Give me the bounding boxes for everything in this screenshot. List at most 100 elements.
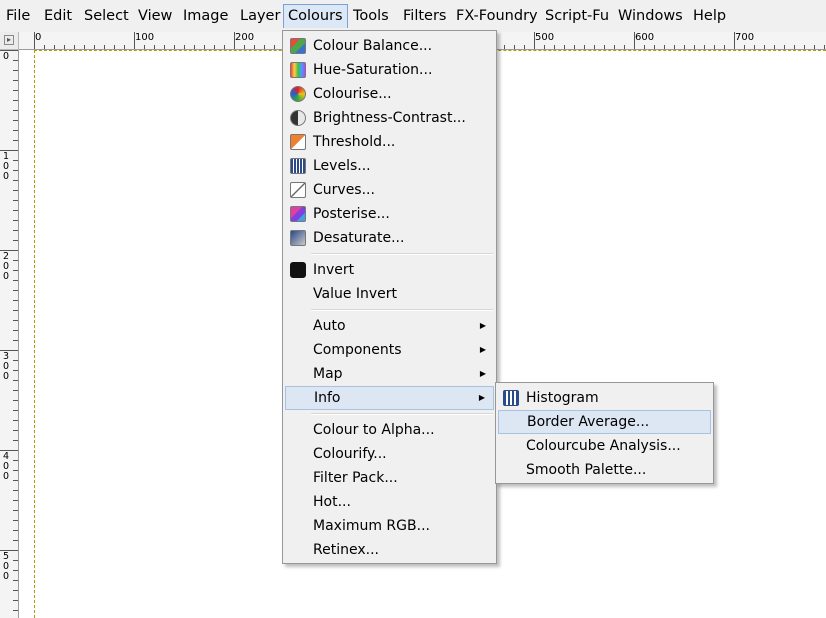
menu-view[interactable]: View	[134, 4, 176, 28]
menu-item-label: Filter Pack...	[313, 470, 398, 486]
menu-item-hot[interactable]: Hot...	[285, 490, 494, 514]
menu-item-threshold[interactable]: Threshold...	[285, 130, 494, 154]
ruler-label: 100	[135, 32, 155, 43]
menu-item-label: Hot...	[313, 494, 351, 510]
colours-menu: Colour Balance... Hue-Saturation... Colo…	[282, 30, 497, 564]
menu-edit[interactable]: Edit	[40, 4, 76, 28]
menu-item-colourise[interactable]: Colourise...	[285, 82, 494, 106]
menu-item-label: Brightness-Contrast...	[313, 110, 466, 126]
menu-item-label: Desaturate...	[313, 230, 405, 246]
menu-item-colour-to-alpha[interactable]: Colour to Alpha...	[285, 418, 494, 442]
menu-item-label: Auto	[313, 318, 346, 334]
posterise-icon	[290, 206, 306, 222]
ruler-label: 600	[635, 32, 655, 43]
menu-item-label: Maximum RGB...	[313, 518, 430, 534]
ruler-label: 1 0 0	[2, 151, 10, 182]
menu-item-brightness-contrast[interactable]: Brightness-Contrast...	[285, 106, 494, 130]
menu-item-label: Components	[313, 342, 402, 358]
menu-item-label: Histogram	[526, 390, 599, 406]
menu-separator	[311, 413, 493, 415]
invert-icon	[290, 262, 306, 278]
menu-item-label: Curves...	[313, 182, 375, 198]
ruler-label: 0	[35, 32, 42, 43]
menu-item-label: Colour to Alpha...	[313, 422, 435, 438]
menu-item-colourify[interactable]: Colourify...	[285, 442, 494, 466]
menu-image[interactable]: Image	[179, 4, 232, 28]
menu-item-label: Retinex...	[313, 542, 379, 558]
menu-item-label: Hue-Saturation...	[313, 62, 433, 78]
menu-separator	[311, 253, 493, 255]
ruler-label: 0	[2, 51, 10, 62]
menu-item-components[interactable]: Components ▶	[285, 338, 494, 362]
menu-colours[interactable]: Colours	[283, 4, 348, 28]
ruler-label: 5 0 0	[2, 551, 10, 582]
menu-item-smooth-palette[interactable]: Smooth Palette...	[498, 458, 711, 482]
menu-item-hue-saturation[interactable]: Hue-Saturation...	[285, 58, 494, 82]
menu-item-label: Posterise...	[313, 206, 390, 222]
vertical-ruler[interactable]: 0 1 0 0 2 0 0 3 0 0 4 0 0 5 0 0	[0, 50, 19, 618]
menu-item-label: Colourify...	[313, 446, 387, 462]
canvas-boundary-vertical	[34, 50, 35, 618]
menu-tools[interactable]: Tools	[349, 4, 393, 28]
menu-item-value-invert[interactable]: Value Invert	[285, 282, 494, 306]
menu-item-map[interactable]: Map ▶	[285, 362, 494, 386]
colourise-icon	[290, 86, 306, 102]
menu-layer[interactable]: Layer	[236, 4, 284, 28]
ruler-corner-button[interactable]: ▸	[0, 32, 19, 50]
menu-file[interactable]: File	[2, 4, 34, 28]
menu-item-label: Border Average...	[527, 414, 650, 430]
threshold-icon	[290, 134, 306, 150]
submenu-arrow-icon: ▶	[479, 345, 486, 354]
ruler-ticks	[0, 50, 18, 611]
triangle-right-icon: ▸	[4, 35, 14, 45]
submenu-arrow-icon: ▶	[479, 369, 486, 378]
menu-item-colour-balance[interactable]: Colour Balance...	[285, 34, 494, 58]
ruler-label: 200	[235, 32, 255, 43]
curves-icon	[290, 182, 306, 198]
menu-item-label: Colourise...	[313, 86, 392, 102]
colour-balance-icon	[290, 38, 306, 54]
menu-item-maximum-rgb[interactable]: Maximum RGB...	[285, 514, 494, 538]
hue-saturation-icon	[290, 62, 306, 78]
menu-item-levels[interactable]: Levels...	[285, 154, 494, 178]
menu-item-label: Map	[313, 366, 343, 382]
desaturate-icon	[290, 230, 306, 246]
ruler-label: 3 0 0	[2, 351, 10, 382]
histogram-icon	[503, 390, 519, 406]
menu-item-label: Smooth Palette...	[526, 462, 647, 478]
ruler-label: 700	[735, 32, 755, 43]
menu-item-label: Value Invert	[313, 286, 398, 302]
menu-item-label: Colourcube Analysis...	[526, 438, 681, 454]
menu-help[interactable]: Help	[689, 4, 730, 28]
menu-item-label: Levels...	[313, 158, 371, 174]
menu-item-label: Threshold...	[313, 134, 396, 150]
menu-item-label: Info	[314, 390, 341, 406]
menu-select[interactable]: Select	[80, 4, 133, 28]
menu-item-desaturate[interactable]: Desaturate...	[285, 226, 494, 250]
menu-fx-foundry[interactable]: FX-Foundry	[452, 4, 542, 28]
menu-item-auto[interactable]: Auto ▶	[285, 314, 494, 338]
submenu-arrow-icon: ▶	[479, 321, 486, 330]
menu-item-histogram[interactable]: Histogram	[498, 386, 711, 410]
menu-separator	[311, 309, 493, 311]
menu-item-curves[interactable]: Curves...	[285, 178, 494, 202]
menu-item-posterise[interactable]: Posterise...	[285, 202, 494, 226]
menu-item-info[interactable]: Info ▶	[285, 386, 494, 410]
brightness-contrast-icon	[290, 110, 306, 126]
info-submenu: Histogram Border Average... Colourcube A…	[495, 382, 714, 484]
ruler-label: 4 0 0	[2, 451, 10, 482]
menu-bar: File Edit Select View Image Layer Colour…	[0, 0, 826, 33]
menu-item-colourcube-analysis[interactable]: Colourcube Analysis...	[498, 434, 711, 458]
menu-item-border-average[interactable]: Border Average...	[498, 410, 711, 434]
menu-item-retinex[interactable]: Retinex...	[285, 538, 494, 562]
levels-icon	[290, 158, 306, 174]
menu-item-label: Colour Balance...	[313, 38, 433, 54]
menu-script-fu[interactable]: Script-Fu	[541, 4, 613, 28]
menu-item-label: Invert	[313, 262, 355, 278]
menu-filters[interactable]: Filters	[399, 4, 450, 28]
submenu-arrow-icon: ▶	[478, 393, 485, 402]
menu-item-filter-pack[interactable]: Filter Pack...	[285, 466, 494, 490]
ruler-label: 2 0 0	[2, 251, 10, 282]
menu-windows[interactable]: Windows	[614, 4, 687, 28]
menu-item-invert[interactable]: Invert	[285, 258, 494, 282]
